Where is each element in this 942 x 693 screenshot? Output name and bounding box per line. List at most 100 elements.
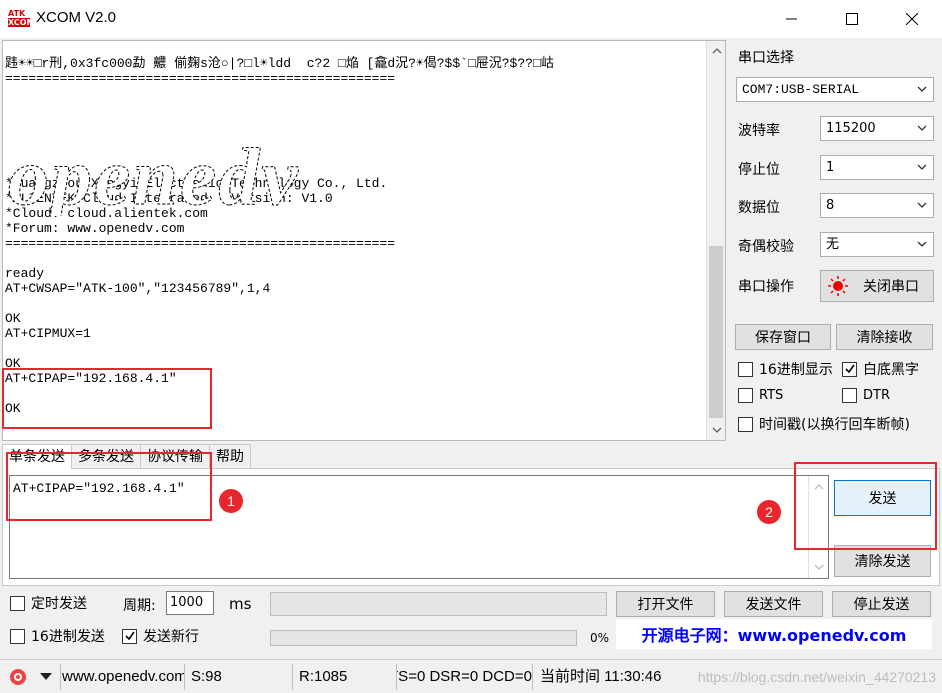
dtr-label: DTR (863, 388, 890, 403)
data-bits-value: 8 (826, 198, 835, 213)
chevron-down-icon (917, 125, 927, 131)
minimize-icon (786, 18, 797, 20)
title-bar: ATK XCOM XCOM V2.0 (0, 0, 942, 38)
stop-bits-value: 1 (826, 160, 835, 175)
close-port-button[interactable]: 关闭串口 (820, 270, 934, 302)
checkbox-box (842, 388, 857, 403)
chevron-down-icon (917, 202, 927, 208)
receive-line: ========================================… (5, 236, 396, 251)
annotation-box-response (2, 368, 212, 429)
svg-text:openedv: openedv (8, 131, 300, 216)
rts-label: RTS (759, 388, 784, 403)
white-bg-checkbox[interactable]: 白底黑字 (842, 359, 919, 379)
open-file-button[interactable]: 打开文件 (616, 591, 715, 617)
parity-value: 无 (826, 237, 840, 252)
maximize-icon (846, 13, 858, 25)
chevron-down-icon (917, 164, 927, 170)
data-bits-label: 数据位 (738, 200, 780, 216)
logo-text-bottom: XCOM (8, 18, 35, 27)
close-button[interactable] (884, 0, 940, 38)
maximize-button[interactable] (824, 0, 880, 38)
scroll-thumb[interactable] (709, 246, 723, 418)
minimize-button[interactable] (764, 0, 820, 38)
scroll-up-icon[interactable] (707, 42, 725, 60)
openedv-link[interactable]: 开源电子网：www.openedv.com (616, 619, 932, 649)
send-file-button[interactable]: 发送文件 (724, 591, 823, 617)
annotation-box-send (794, 462, 937, 550)
tab-help[interactable]: 帮助 (209, 444, 251, 468)
receive-line (5, 296, 554, 311)
timestamp-label: 时间戳(以换行回车断帧) (759, 417, 910, 433)
annotation-badge-2: 2 (757, 500, 781, 524)
timed-send-label: 定时发送 (31, 596, 87, 612)
send-newline-checkbox[interactable]: 发送新行 (122, 626, 199, 646)
progress-percent: 0% (590, 631, 610, 645)
status-url[interactable]: www.openedv.com (62, 660, 184, 693)
period-unit: ms (229, 595, 252, 613)
settings-icon[interactable] (8, 660, 32, 693)
parity-label: 奇偶校验 (738, 239, 794, 255)
receive-line (5, 251, 554, 266)
file-path-field (270, 592, 607, 616)
rts-checkbox[interactable]: RTS (738, 388, 783, 403)
chevron-down-icon (917, 86, 927, 92)
receive-line: *Forum: www.openedv.com (5, 221, 185, 236)
receive-line: AT+CWSAP="ATK-100","123456789",1,4 (5, 281, 271, 296)
hex-display-checkbox[interactable]: 16进制显示 (738, 359, 833, 379)
checkmark-icon (842, 361, 857, 377)
dtr-checkbox[interactable]: DTR (842, 388, 890, 403)
port-select-label: 串口选择 (738, 50, 794, 66)
baud-select[interactable]: 115200 (820, 116, 934, 141)
stop-bits-label: 停止位 (738, 162, 780, 178)
timestamp-checkbox[interactable]: 时间戳(以换行回车断帧) (738, 414, 910, 434)
status-received-count: R:1085 (299, 668, 348, 685)
hex-send-checkbox[interactable]: 16进制发送 (10, 626, 105, 646)
checkbox-box (738, 416, 753, 432)
white-bg-label: 白底黑字 (863, 362, 919, 378)
receive-scrollbar[interactable] (706, 41, 725, 440)
save-window-button[interactable]: 保存窗口 (735, 324, 831, 350)
annotation-box-input (6, 452, 212, 521)
checkmark-icon (122, 628, 137, 644)
power-indicator-icon (828, 276, 848, 296)
receive-line: 韪☀☀□r刑,0x3fc000勐 齈 偂麹s沧○|?□l☀ldd c?2 □焔 … (5, 56, 554, 71)
data-bits-select[interactable]: 8 (820, 193, 934, 218)
stop-bits-select[interactable]: 1 (820, 155, 934, 180)
period-value: 1000 (170, 595, 204, 610)
stop-send-button[interactable]: 停止发送 (832, 591, 931, 617)
openedv-ascii-banner: openedv (8, 131, 300, 217)
scroll-down-icon[interactable] (707, 421, 725, 439)
close-port-label: 关闭串口 (863, 279, 919, 295)
send-newline-label: 发送新行 (143, 629, 199, 645)
close-icon (906, 13, 918, 25)
checkbox-box (10, 628, 25, 644)
send-progress-bar (270, 630, 577, 646)
port-select-value: COM7:USB-SERIAL (742, 82, 860, 97)
status-sent-count: S:98 (191, 668, 222, 685)
annotation-badge-1: 1 (219, 489, 243, 513)
chevron-down-icon (917, 241, 927, 247)
dropdown-arrow-icon[interactable] (40, 660, 60, 693)
scroll-down-icon[interactable] (809, 558, 829, 576)
hex-display-label: 16进制显示 (759, 362, 833, 378)
status-time: 当前时间 11:30:46 (540, 668, 662, 685)
clear-receive-button[interactable]: 清除接收 (836, 324, 933, 350)
period-label: 周期: (123, 598, 156, 614)
receive-line: ready (5, 266, 45, 281)
timed-send-checkbox[interactable]: 定时发送 (10, 593, 87, 613)
port-operation-label: 串口操作 (738, 279, 794, 295)
period-input[interactable]: 1000 (166, 591, 214, 615)
checkbox-box (738, 388, 753, 403)
baud-label: 波特率 (738, 123, 780, 139)
checkbox-box (738, 361, 753, 377)
window-title: XCOM V2.0 (36, 9, 117, 26)
port-select[interactable]: COM7:USB-SERIAL (736, 77, 934, 102)
watermark-text: https://blog.csdn.net/weixin_44270213 (697, 669, 936, 685)
checkbox-box (10, 595, 25, 611)
hex-send-label: 16进制发送 (31, 629, 105, 645)
status-bar: www.openedv.com S:98 R:1085 CTS=0 DSR=0 … (0, 659, 942, 693)
app-logo: ATK XCOM (8, 9, 35, 29)
baud-select-value: 115200 (826, 121, 876, 136)
receive-line: OK (5, 311, 21, 326)
parity-select[interactable]: 无 (820, 232, 934, 257)
